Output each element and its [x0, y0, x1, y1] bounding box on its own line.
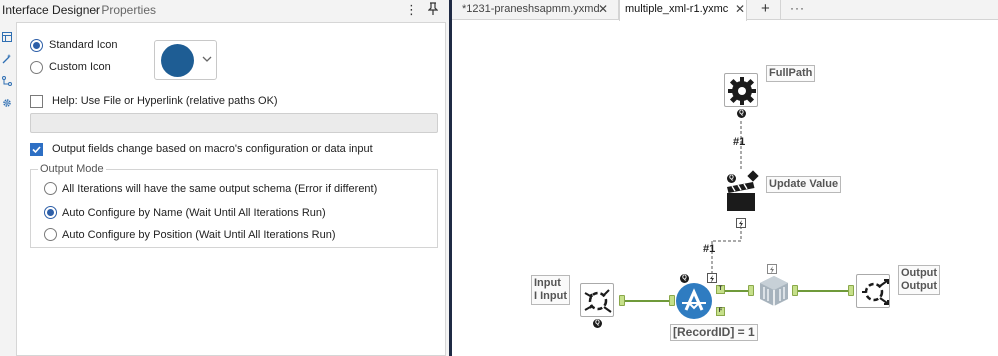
- layout-icon[interactable]: [2, 32, 12, 42]
- panel-subtitle: - Properties: [94, 3, 157, 17]
- properties-pane: Standard Icon Custom Icon Help: Use File…: [16, 22, 446, 356]
- connection-label: #1: [733, 136, 746, 148]
- tab-divider: [780, 0, 781, 20]
- custom-icon-radio[interactable]: [30, 61, 43, 74]
- panel-title: Interface Designer: [2, 3, 101, 17]
- tab-overflow-button[interactable]: ···: [790, 0, 806, 20]
- question-badge: Q: [593, 319, 602, 328]
- help-label: Help: Use File or Hyperlink (relative pa…: [52, 95, 278, 107]
- gear-icon: [728, 77, 756, 105]
- interface-designer-panel: Interface Designer - Properties ⋮ Standa…: [0, 0, 452, 356]
- false-anchor[interactable]: F: [716, 307, 725, 316]
- update-value-node[interactable]: [724, 179, 758, 213]
- filter-expression-label: [RecordID] = 1: [670, 324, 758, 341]
- output-mode-option-by-position-radio[interactable]: [44, 228, 57, 241]
- connection-label: #1: [703, 243, 716, 255]
- fullpath-node[interactable]: [724, 73, 758, 107]
- output-arrows-icon: [862, 279, 889, 305]
- lightning-anchor-icon: [736, 218, 746, 228]
- output-mode-option-same-schema-radio[interactable]: [44, 182, 57, 195]
- workflow-canvas[interactable]: Q FullPath #1 Q Update Value #1 Input I …: [452, 21, 998, 356]
- wand-icon[interactable]: [2, 54, 12, 64]
- output-mode-option-label: All Iterations will have the same output…: [62, 183, 378, 195]
- gear-icon[interactable]: [2, 98, 12, 108]
- cube-icon: [760, 276, 788, 306]
- input-label-line2: I Input: [534, 290, 567, 302]
- output-label-line2: Output: [901, 280, 938, 292]
- icon-picker-dropdown[interactable]: [154, 40, 217, 80]
- designer-side-strip: [0, 20, 14, 356]
- output-anchor[interactable]: [619, 295, 625, 306]
- output-mode-group: Output Mode All Iterations will have the…: [30, 163, 438, 248]
- close-icon[interactable]: ✕: [598, 0, 608, 18]
- document-tab-bar: *1231-praneshsapmm.yxmd ✕ multiple_xml-r…: [452, 0, 998, 21]
- update-value-label: Update Value: [766, 176, 842, 193]
- question-badge: Q: [727, 174, 736, 183]
- output-label: Output Output: [898, 265, 941, 295]
- close-icon[interactable]: ✕: [735, 0, 745, 18]
- output-label-line1: Output: [901, 267, 938, 279]
- input-anchor[interactable]: [848, 285, 854, 296]
- help-path-input[interactable]: [30, 113, 438, 133]
- input-anchor[interactable]: [748, 285, 754, 296]
- true-anchor[interactable]: T: [716, 285, 725, 294]
- tree-icon[interactable]: [2, 76, 12, 86]
- input-label-line1: Input: [534, 277, 561, 289]
- condition-node[interactable]: [756, 273, 792, 309]
- new-tab-button[interactable]: +: [761, 0, 775, 20]
- question-badge: Q: [737, 109, 746, 118]
- input-label: Input I Input: [531, 275, 570, 305]
- custom-icon-label: Custom Icon: [49, 61, 111, 73]
- more-options-button[interactable]: ⋮: [405, 2, 418, 18]
- input-arrows-icon: [584, 289, 612, 313]
- fullpath-label: FullPath: [766, 65, 816, 82]
- output-mode-option-by-name-radio[interactable]: [44, 206, 57, 219]
- output-mode-option-label: Auto Configure by Name (Wait Until All I…: [62, 207, 326, 219]
- question-badge: Q: [680, 274, 689, 283]
- tab-praneshsapmm[interactable]: *1231-praneshsapmm.yxmd ✕: [462, 0, 612, 20]
- panel-header: Interface Designer - Properties ⋮: [0, 0, 449, 20]
- output-fields-checkbox[interactable]: [30, 143, 43, 156]
- input-node[interactable]: [580, 283, 614, 317]
- output-mode-option-label: Auto Configure by Position (Wait Until A…: [62, 229, 336, 241]
- standard-icon-radio[interactable]: [30, 39, 43, 52]
- input-anchor[interactable]: [669, 295, 675, 306]
- icon-color-swatch: [161, 44, 194, 77]
- tab-label: *1231-praneshsapmm.yxmd: [462, 3, 600, 15]
- help-checkbox[interactable]: [30, 95, 43, 108]
- lightning-anchor-icon: [707, 273, 717, 283]
- output-node[interactable]: [856, 274, 890, 308]
- clapperboard-icon: [727, 182, 755, 211]
- filter-node[interactable]: [676, 283, 712, 319]
- filter-icon: [682, 288, 706, 311]
- check-icon: [32, 146, 41, 154]
- output-mode-legend: Output Mode: [38, 163, 106, 175]
- output-anchor[interactable]: [792, 285, 798, 296]
- tab-label: multiple_xml-r1.yxmc: [625, 3, 729, 15]
- chevron-down-icon: [201, 53, 213, 65]
- output-fields-label: Output fields change based on macro's co…: [52, 143, 373, 155]
- standard-icon-label: Standard Icon: [49, 39, 118, 51]
- pin-icon[interactable]: [427, 2, 439, 18]
- tab-multiple-xml[interactable]: multiple_xml-r1.yxmc ✕: [619, 0, 747, 21]
